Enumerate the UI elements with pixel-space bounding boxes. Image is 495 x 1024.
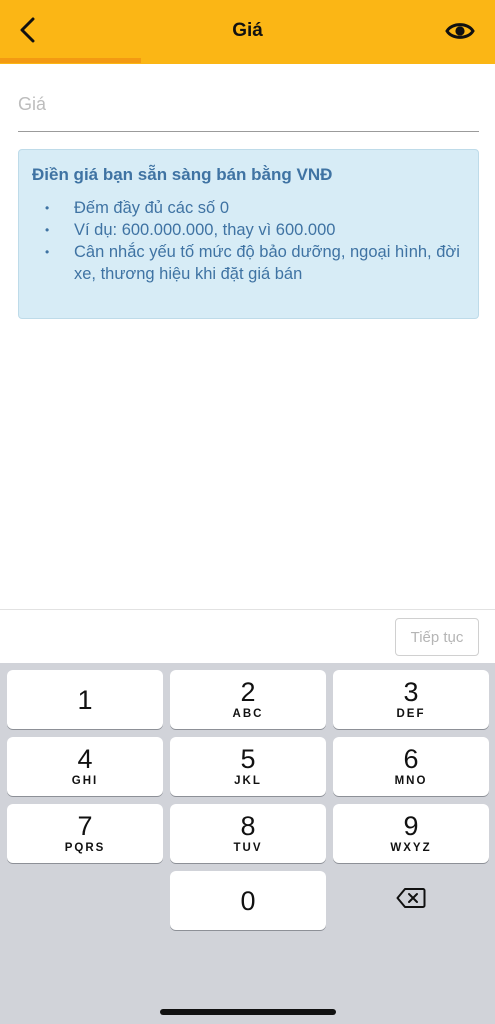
backspace-key[interactable] [333, 871, 489, 930]
list-item: Ví dụ: 600.000.000, thay vì 600.000 [32, 219, 465, 241]
key-2[interactable]: 2 ABC [170, 670, 326, 729]
divider [0, 609, 495, 610]
key-digit: 2 [240, 677, 256, 707]
key-letters: ABC [232, 708, 264, 720]
info-list: Đếm đầy đủ các số 0 Ví dụ: 600.000.000, … [32, 197, 465, 285]
key-6[interactable]: 6 MNO [333, 737, 489, 796]
key-8[interactable]: 8 TUV [170, 804, 326, 863]
key-0[interactable]: 0 [170, 871, 326, 930]
key-digit: 7 [77, 811, 93, 841]
list-item: Cân nhắc yếu tố mức độ bảo dưỡng, ngoại … [32, 241, 465, 285]
price-field-container [18, 84, 479, 132]
numeric-keyboard: 1 2 ABC 3 DEF 4 GHI 5 JKL 6 MNO 7 PQRS 8… [0, 663, 495, 1024]
key-3[interactable]: 3 DEF [333, 670, 489, 729]
home-indicator [160, 1009, 336, 1015]
key-letters: JKL [234, 775, 262, 787]
info-box: Điền giá bạn sẵn sàng bán bằng VNĐ Đếm đ… [18, 149, 479, 319]
eye-icon [445, 20, 475, 47]
key-digit: 4 [77, 744, 93, 774]
key-digit: 8 [240, 811, 256, 841]
info-title: Điền giá bạn sẵn sàng bán bằng VNĐ [32, 165, 333, 184]
key-5[interactable]: 5 JKL [170, 737, 326, 796]
key-letters: MNO [394, 775, 428, 787]
key-letters: GHI [71, 775, 99, 787]
key-1[interactable]: 1 [7, 670, 163, 729]
key-7[interactable]: 7 PQRS [7, 804, 163, 863]
key-digit: 5 [240, 744, 256, 774]
key-letters: WXYZ [390, 842, 432, 854]
visibility-toggle-button[interactable] [443, 16, 477, 50]
page-title: Giá [232, 20, 263, 41]
key-4[interactable]: 4 GHI [7, 737, 163, 796]
backspace-icon [396, 887, 426, 914]
list-item: Đếm đầy đủ các số 0 [32, 197, 465, 219]
key-digit: 9 [403, 811, 419, 841]
continue-button[interactable]: Tiếp tục [395, 618, 479, 656]
key-digit: 3 [403, 677, 419, 707]
price-input[interactable] [18, 84, 479, 124]
key-digit: 6 [403, 744, 419, 774]
progress-fill [0, 58, 142, 63]
header-bar: Giá [0, 0, 495, 64]
key-letters: TUV [233, 842, 263, 854]
key-digit: 1 [77, 684, 93, 715]
key-digit: 0 [240, 885, 256, 916]
key-9[interactable]: 9 WXYZ [333, 804, 489, 863]
progress-bar [0, 58, 495, 63]
key-letters: DEF [396, 708, 426, 720]
key-letters: PQRS [64, 842, 106, 854]
